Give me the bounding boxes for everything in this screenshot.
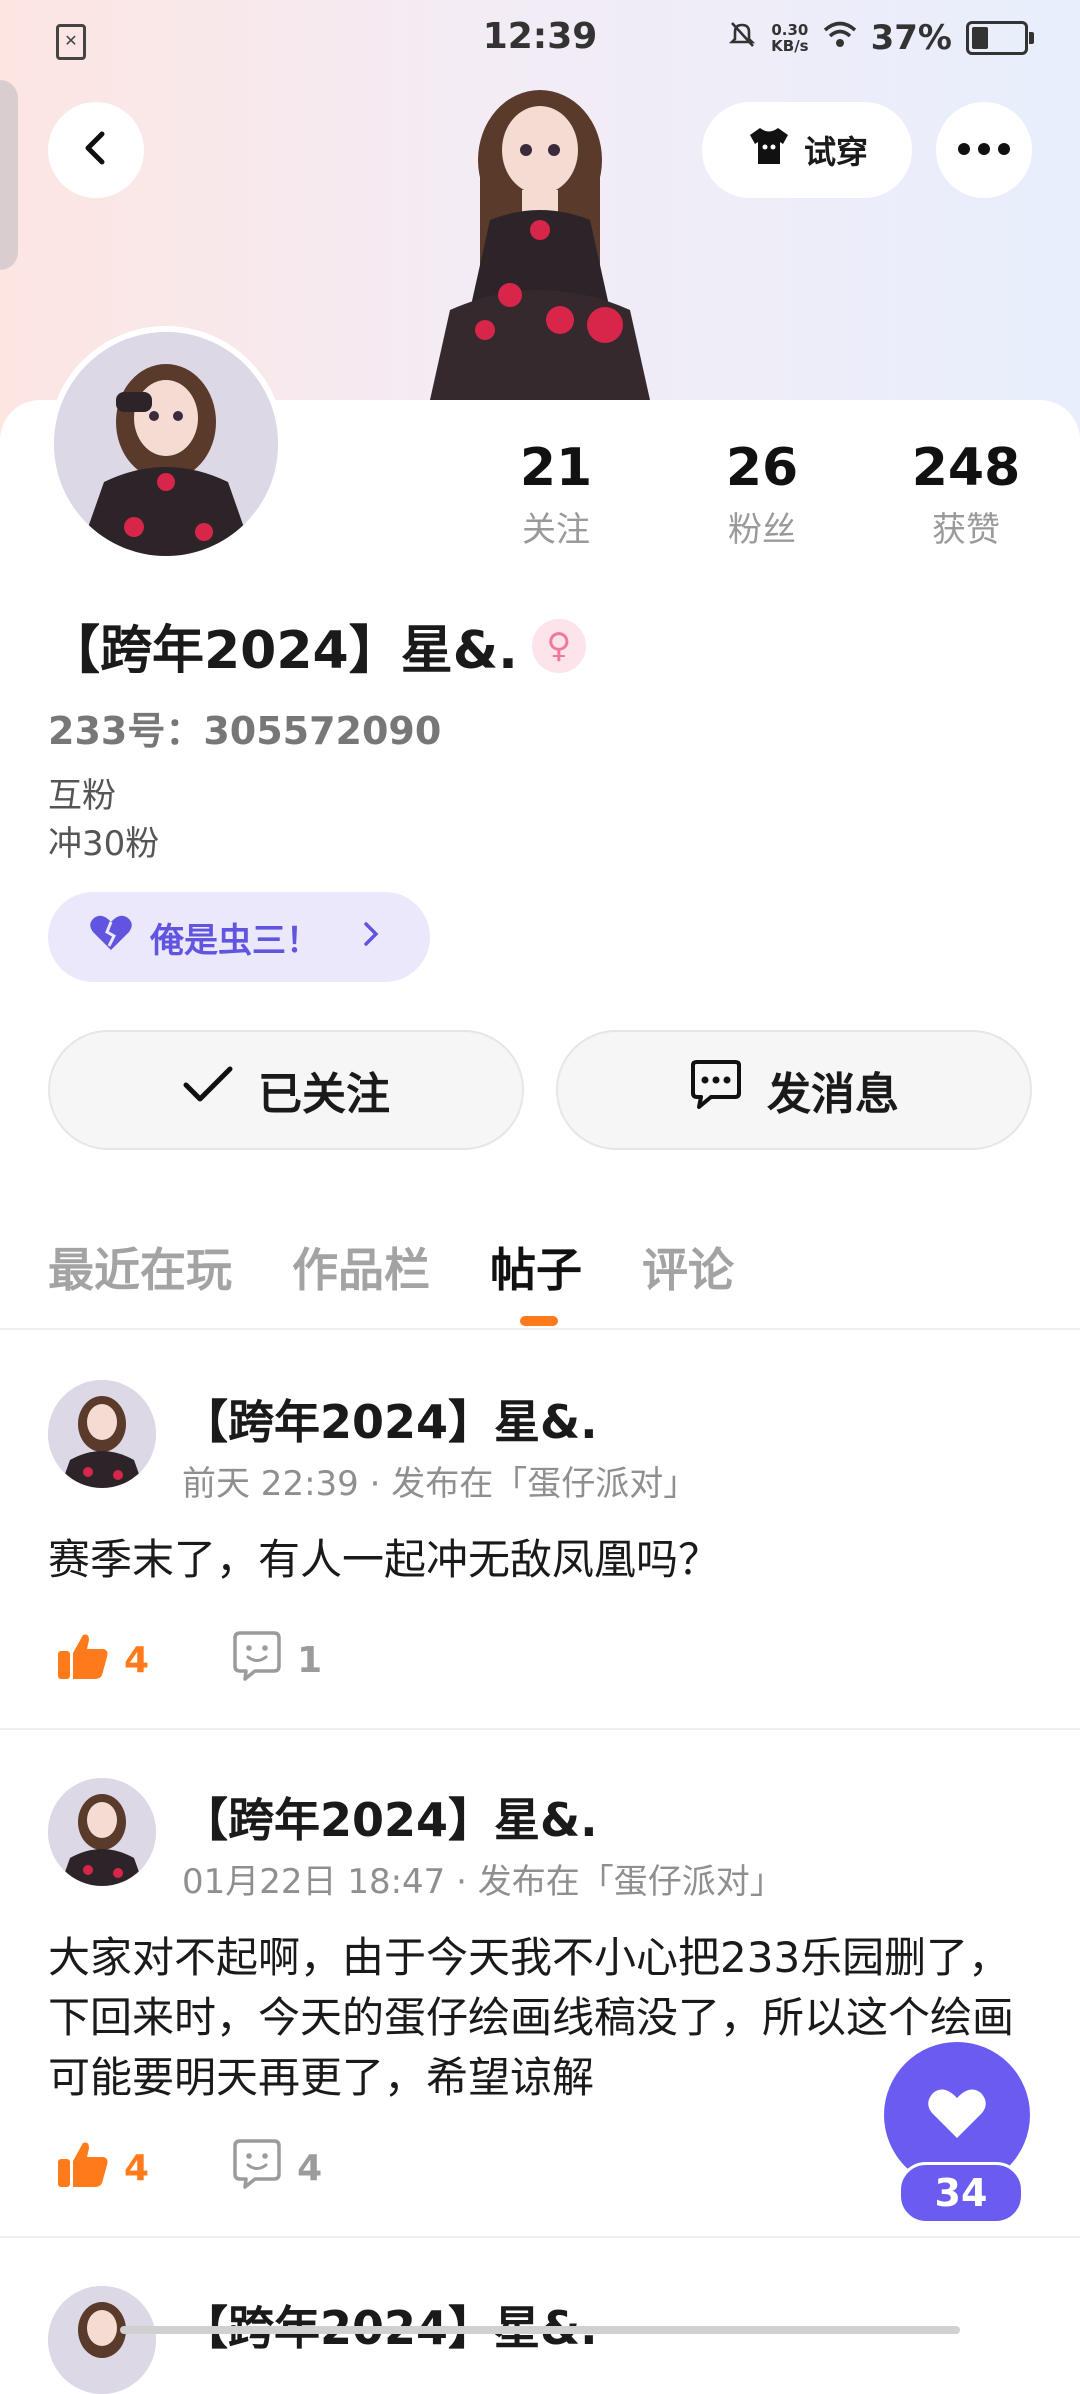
tabs-divider [0,1328,1080,1330]
character-illustration [410,80,670,400]
tab-comments[interactable]: 评论 [642,1234,734,1300]
post-meta: 01月22日 18:47 · 发布在「蛋仔派对」 [182,1862,784,1902]
home-indicator[interactable] [120,2326,960,2334]
like-count: 4 [124,2148,150,2189]
stat-followers[interactable]: 26 粉丝 [682,438,842,551]
profile-uid[interactable]: 233号：305572090 [48,700,441,755]
post-author-name[interactable]: 【跨年2024】星&. [182,1784,598,1850]
battery-icon [966,21,1034,55]
stat-following[interactable]: 21 关注 [476,438,636,551]
profile-name-row: 【跨年2024】星&. ♀ [48,608,586,683]
post-author-avatar[interactable] [48,2286,156,2394]
comment-icon[interactable] [231,1630,283,1691]
tshirt-icon [746,125,792,175]
checkmark-icon [182,1065,234,1116]
more-dots-icon [956,141,1012,160]
profile-avatar[interactable] [48,326,284,562]
chat-bubble-icon [689,1059,743,1122]
post-divider [0,2236,1080,2238]
post-text: 大家对不起啊，由于今天我不小心把233乐园删了，下回来时，今天的蛋仔绘画线稿没了… [48,1933,1015,2102]
following-button[interactable]: 已关注 [48,1030,524,1150]
send-message-label: 发消息 [767,1069,899,1120]
try-on-button[interactable]: 试穿 [702,102,912,198]
profile-tabs: 最近在玩 作品栏 帖子 评论 [48,1234,734,1326]
post-author-avatar[interactable] [48,1778,156,1886]
heart-icon [88,913,134,962]
post-author-name[interactable]: 【跨年2024】星&. [182,2292,598,2358]
chevron-right-icon [362,917,380,957]
tab-recently-played[interactable]: 最近在玩 [48,1234,232,1300]
post-text: 赛季末了，有人一起冲无敌凤凰吗？ [48,1535,721,1584]
chevron-left-icon [76,128,116,172]
profile-tag-chip[interactable]: 俺是虫三！ [48,892,430,982]
like-count: 4 [124,1640,150,1681]
profile-username: 【跨年2024】星&. [48,621,518,681]
comment-count: 1 [297,1640,323,1681]
thumbs-up-icon[interactable] [56,1631,110,1690]
status-bar: ✕ 12:39 0.30 KB/s 37% [0,0,1080,80]
post-author-name[interactable]: 【跨年2024】星&. [182,1386,598,1452]
send-message-button[interactable]: 发消息 [556,1030,1032,1150]
network-speed: 0.30 KB/s [771,21,809,55]
post-divider [0,1728,1080,1730]
stat-likes[interactable]: 248 获赞 [886,438,1046,551]
heart-icon [925,2084,989,2146]
banner-edge-decoration [0,80,18,270]
battery-percent: 37% [870,18,952,58]
following-label: 已关注 [258,1069,390,1120]
comment-count: 4 [297,2148,323,2189]
tab-works[interactable]: 作品栏 [292,1234,430,1300]
try-on-label: 试穿 [803,133,868,171]
floating-like-count: 34 [898,2162,1024,2224]
thumbs-up-icon[interactable] [56,2139,110,2198]
comment-icon[interactable] [231,2138,283,2199]
profile-bio: 互粉 冲30粉 [48,776,160,864]
mute-bell-icon [727,18,757,58]
tab-posts[interactable]: 帖子 [490,1234,582,1326]
post-author-avatar[interactable] [48,1380,156,1488]
profile-tag-label: 俺是虫三！ [150,920,320,961]
more-options-button[interactable] [936,102,1032,198]
wifi-icon [823,18,857,58]
post-meta: 前天 22:39 · 发布在「蛋仔派对」 [182,1464,698,1504]
female-gender-icon: ♀ [531,618,586,673]
back-button[interactable] [48,102,144,198]
